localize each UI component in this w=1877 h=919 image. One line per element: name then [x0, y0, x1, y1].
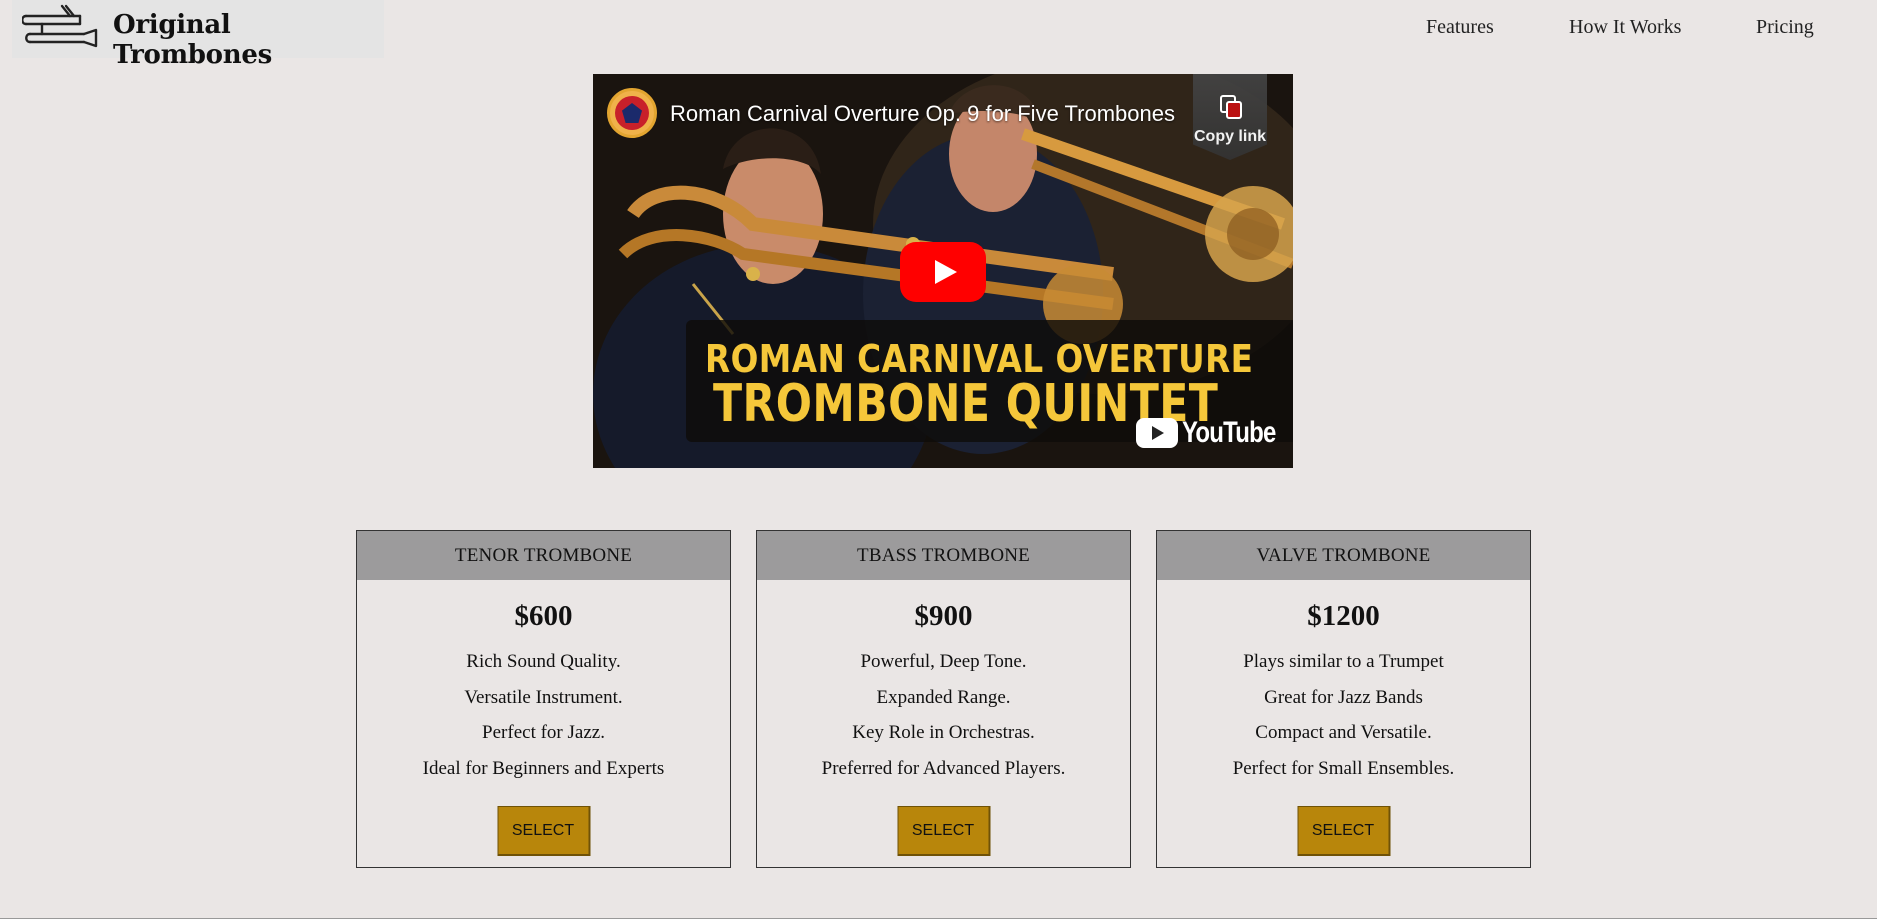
select-button-tbass[interactable]: SELECT [897, 806, 990, 856]
feature-list: Plays similar to a Trumpet Great for Jaz… [1157, 644, 1530, 786]
pricing-card-valve: VALVE TROMBONE $1200 Plays similar to a … [1156, 530, 1531, 868]
feature-item: Key Role in Orchestras. [852, 722, 1035, 744]
select-button-valve[interactable]: SELECT [1297, 806, 1390, 856]
youtube-play-icon [1136, 418, 1178, 448]
feature-item: Perfect for Jazz. [482, 722, 605, 744]
feature-list: Powerful, Deep Tone. Expanded Range. Key… [757, 644, 1130, 786]
feature-item: Rich Sound Quality. [466, 651, 621, 672]
select-button-tenor[interactable]: SELECT [497, 806, 590, 856]
card-title: TBASS TROMBONE [757, 531, 1130, 580]
nav-link-pricing[interactable]: Pricing [1756, 16, 1814, 39]
copy-link-label: Copy link [1193, 128, 1266, 145]
nav-link-features[interactable]: Features [1426, 16, 1494, 39]
card-title: VALVE TROMBONE [1157, 531, 1530, 580]
card-price: $1200 [1307, 600, 1380, 632]
feature-item: Powerful, Deep Tone. [860, 651, 1027, 672]
feature-item: Ideal for Beginners and Experts [422, 757, 665, 779]
pricing-card-tenor: TENOR TROMBONE $600 Rich Sound Quality. … [356, 530, 731, 868]
feature-item: Great for Jazz Bands [1264, 686, 1423, 708]
feature-item: Versatile Instrument. [464, 686, 623, 708]
video-embed[interactable]: Roman Carnival Overture Op. 9 for Five T… [593, 74, 1293, 468]
nav-link-how-it-works[interactable]: How It Works [1569, 16, 1681, 39]
copy-icon [1220, 95, 1242, 119]
feature-item: Expanded Range. [876, 686, 1011, 708]
video-title[interactable]: Roman Carnival Overture Op. 9 for Five T… [670, 101, 1175, 127]
feature-item: Perfect for Small Ensembles. [1232, 757, 1455, 779]
feature-item: Compact and Versatile. [1255, 722, 1432, 744]
pricing-card-tbass: TBASS TROMBONE $900 Powerful, Deep Tone.… [756, 530, 1131, 868]
play-button[interactable] [900, 242, 986, 302]
main-nav: Features How It Works Pricing [0, 16, 1877, 46]
youtube-logo[interactable]: YouTube [1136, 416, 1293, 450]
feature-list: Rich Sound Quality. Versatile Instrument… [357, 644, 730, 786]
feature-item: Plays similar to a Trumpet [1243, 651, 1444, 672]
youtube-wordmark: YouTube [1182, 416, 1276, 449]
card-title: TENOR TROMBONE [357, 531, 730, 580]
channel-avatar[interactable] [607, 88, 657, 138]
card-price: $900 [914, 600, 973, 632]
card-price: $600 [514, 600, 573, 632]
feature-item: Preferred for Advanced Players. [821, 757, 1066, 779]
